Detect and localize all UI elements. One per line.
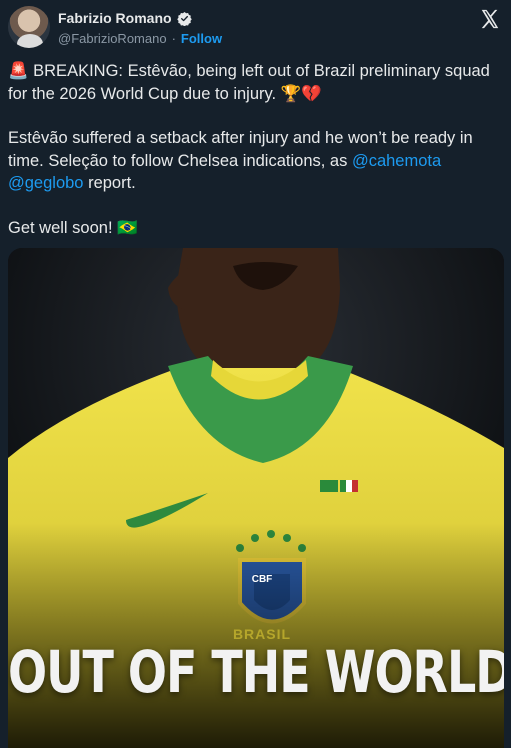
x-logo-icon[interactable]: [479, 8, 501, 30]
tweet-header: Fabrizio Romano @FabrizioRomano · Follow: [8, 6, 503, 52]
tweet-paragraph-3: Get well soon! 🇧🇷: [8, 217, 503, 240]
author-name[interactable]: Fabrizio Romano: [58, 10, 172, 26]
separator-dot: ·: [171, 31, 176, 46]
tweet-paragraph-2: Estêvão suffered a setback after injury …: [8, 127, 503, 195]
author-handle-row: @FabrizioRomano · Follow: [58, 31, 222, 46]
follow-button[interactable]: Follow: [181, 31, 222, 46]
trophy-icon: 🏆: [280, 84, 302, 103]
mention-geglobo[interactable]: @geglobo: [8, 174, 83, 192]
author-avatar[interactable]: [8, 6, 50, 48]
tweet-paragraph-1: 🚨 BREAKING: Estêvão, being left out of B…: [8, 60, 503, 105]
tweet-media-image[interactable]: CBF BRASIL OUT OF THE WORLD CUP: [8, 248, 504, 748]
broken-heart-icon: 💔: [301, 84, 322, 103]
breaking-text: BREAKING: Estêvão, being left out of Bra…: [8, 62, 490, 103]
get-well-text: Get well soon!: [8, 218, 113, 237]
crest-label: CBF: [251, 574, 273, 585]
media-caption: OUT OF THE WORLD CUP: [8, 638, 504, 706]
author-name-row: Fabrizio Romano: [58, 10, 192, 26]
tweet-text: 🚨 BREAKING: Estêvão, being left out of B…: [8, 60, 503, 239]
siren-icon: 🚨: [8, 62, 29, 80]
mention-cahemota[interactable]: @cahemota: [352, 152, 441, 170]
report-text: report.: [88, 174, 136, 192]
author-handle[interactable]: @FabrizioRomano: [58, 31, 167, 46]
verified-badge-icon: [176, 11, 192, 26]
brazil-flag-icon: 🇧🇷: [117, 218, 138, 237]
